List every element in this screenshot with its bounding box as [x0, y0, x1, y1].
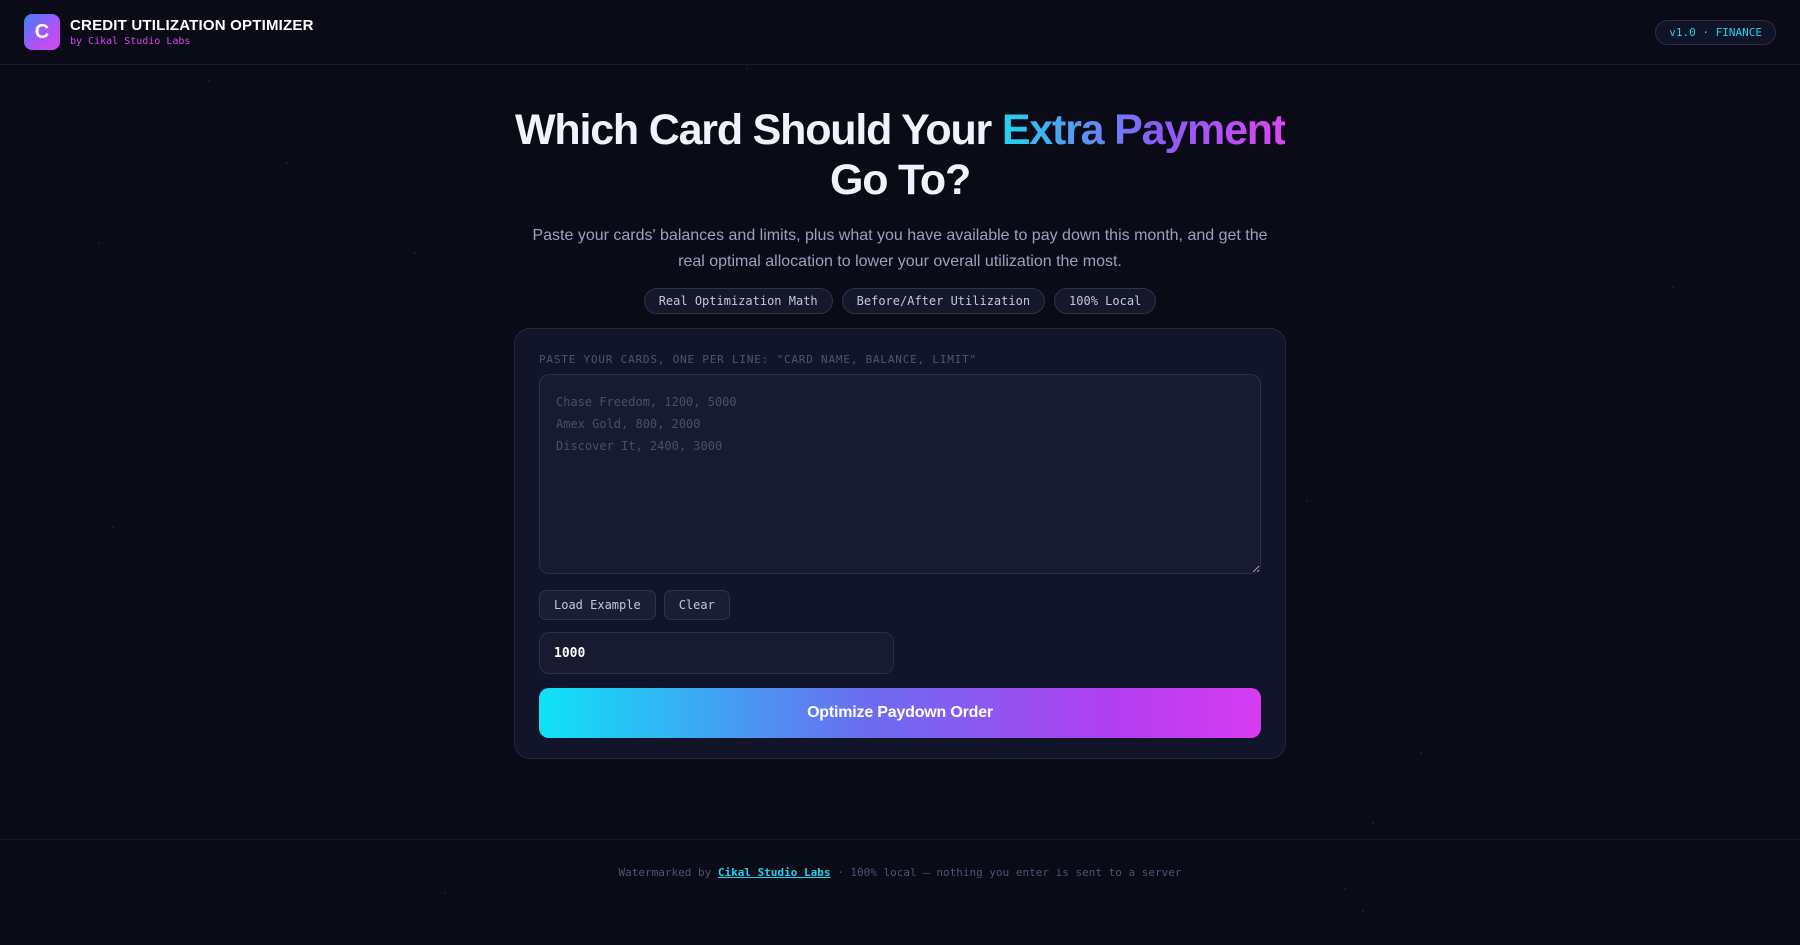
- page-title: Which Card Should Your Extra Payment Go …: [0, 105, 1800, 205]
- background-speck: [1372, 822, 1374, 824]
- hero: Which Card Should Your Extra Payment Go …: [0, 105, 1800, 314]
- title-plain: Which Card Should Your: [515, 106, 1002, 154]
- feature-chip: Real Optimization Math: [643, 288, 833, 314]
- cards-input-label: PASTE YOUR CARDS, ONE PER LINE: "CARD NA…: [539, 353, 977, 366]
- page-description: Paste your cards' balances and limits, p…: [532, 227, 1268, 270]
- footer-link[interactable]: Cikal Studio Labs: [718, 866, 831, 879]
- footer: Watermarked by Cikal Studio Labs · 100% …: [0, 839, 1800, 945]
- brand[interactable]: C CREDIT UTILIZATION OPTIMIZER by Cikal …: [24, 14, 314, 50]
- background-speck: [1306, 500, 1308, 502]
- app-title: CREDIT UTILIZATION OPTIMIZER: [70, 17, 314, 34]
- top-bar: C CREDIT UTILIZATION OPTIMIZER by Cikal …: [0, 0, 1800, 65]
- background-speck: [208, 80, 210, 82]
- app-subtitle: by Cikal Studio Labs: [70, 36, 191, 47]
- footer-prefix: Watermarked by: [618, 866, 718, 879]
- payment-amount-input[interactable]: [539, 632, 894, 674]
- optimizer-panel: PASTE YOUR CARDS, ONE PER LINE: "CARD NA…: [514, 328, 1286, 759]
- brand-text: CREDIT UTILIZATION OPTIMIZER by Cikal St…: [70, 17, 314, 47]
- title-accent: Extra Payment: [1001, 106, 1286, 154]
- background-speck: [1420, 752, 1422, 754]
- clear-button[interactable]: Clear: [663, 590, 730, 620]
- background-speck: [746, 68, 748, 70]
- load-example-button[interactable]: Load Example: [539, 590, 656, 620]
- version-badge: v1.0 · FINANCE: [1655, 19, 1776, 45]
- feature-chip: Before/After Utilization: [841, 288, 1046, 314]
- feature-chips: Real Optimization Math Before/After Util…: [0, 288, 1800, 314]
- optimize-button[interactable]: Optimize Paydown Order: [539, 688, 1261, 738]
- cards-textarea[interactable]: [539, 374, 1261, 574]
- title-line-2: Go To?: [829, 156, 971, 204]
- app-logo: C: [24, 14, 60, 50]
- background-speck: [112, 526, 114, 528]
- logo-letter: C: [34, 20, 50, 43]
- feature-chip: 100% Local: [1054, 288, 1157, 314]
- textarea-actions: Load Example Clear: [539, 590, 1261, 620]
- footer-suffix: · 100% local — nothing you enter is sent…: [830, 866, 1182, 879]
